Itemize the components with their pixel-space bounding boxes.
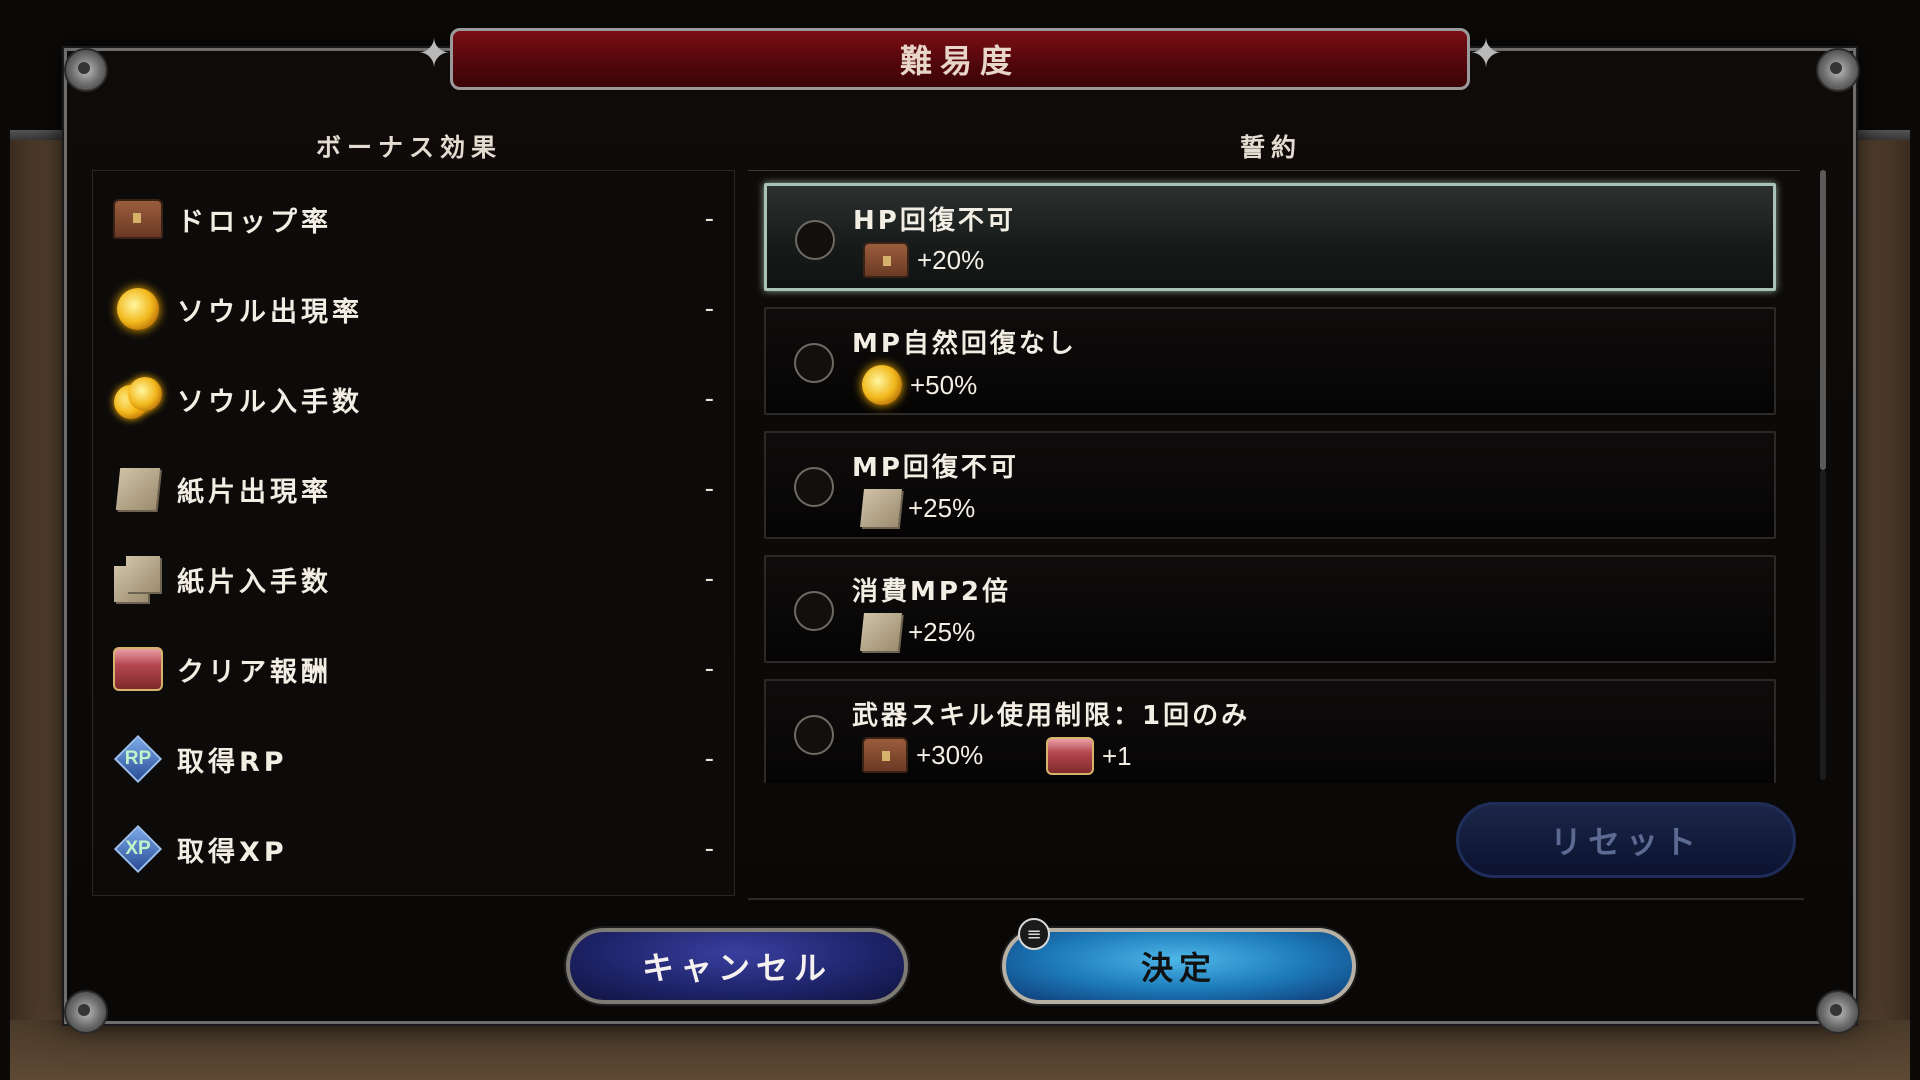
confirm-button[interactable]: 決定 <box>1002 928 1356 1004</box>
bonus-item-drop-rate: ドロップ率 - <box>93 179 734 259</box>
bonus-label: 紙片入手数 <box>177 566 332 598</box>
bonus-item-clear-reward: クリア報酬 - <box>93 629 734 709</box>
oath-effect: +25% <box>860 613 976 651</box>
oath-radio[interactable] <box>794 591 834 631</box>
bonus-value: - <box>704 834 714 864</box>
oath-scrollbar-thumb[interactable] <box>1820 170 1826 470</box>
cancel-button[interactable]: キャンセル <box>566 928 908 1004</box>
dialog-title: 難易度 <box>899 42 1020 80</box>
oath-effect-value: +20% <box>917 244 985 275</box>
bonus-label: クリア報酬 <box>177 656 332 688</box>
corner-ornament-icon <box>64 990 108 1034</box>
oath-effect-value: +50% <box>910 369 978 400</box>
bonus-value: - <box>704 744 714 774</box>
background-book-bottom <box>10 1020 1910 1080</box>
reset-button[interactable]: リセット <box>1456 802 1796 878</box>
oath-title: MP回復不可 <box>852 453 1019 483</box>
bonus-item-paper-count: 紙片入手数 - <box>93 539 734 619</box>
corner-ornament-icon <box>1816 48 1860 92</box>
oath-radio[interactable] <box>794 467 834 507</box>
paper-scrap-icon <box>860 489 902 527</box>
oath-list[interactable]: HP回復不可 +20% MP自然回復なし +50% MP回復不可 +25% 消費… <box>748 170 1800 783</box>
oath-effect: +30% <box>862 737 983 773</box>
oath-item-mp-no-natural-recovery[interactable]: MP自然回復なし +50% <box>764 307 1776 415</box>
reward-chest-icon <box>113 644 163 694</box>
oath-item-double-mp-cost[interactable]: 消費MP2倍 +25% <box>764 555 1776 663</box>
oath-title: 消費MP2倍 <box>852 577 1012 607</box>
paper-scraps-icon <box>113 554 163 604</box>
treasure-chest-icon <box>862 737 908 773</box>
corner-ornament-icon <box>1816 990 1860 1034</box>
bonus-label: 紙片出現率 <box>177 476 332 508</box>
bonus-label: 取得RP <box>177 746 288 778</box>
bonus-label: ソウル入手数 <box>177 386 363 418</box>
bonus-label: 取得XP <box>177 836 288 868</box>
soul-orbs-icon <box>113 374 163 424</box>
oath-radio[interactable] <box>794 343 834 383</box>
oath-effect-value: +25% <box>908 616 976 647</box>
soul-orb-icon <box>862 365 902 405</box>
oath-scrollbar-track[interactable] <box>1820 470 1826 780</box>
soul-orb-icon <box>113 284 163 334</box>
paper-scrap-icon <box>860 613 902 651</box>
bonus-item-xp: XP 取得XP - <box>93 809 734 889</box>
reward-chest-icon <box>1046 737 1094 775</box>
treasure-chest-icon <box>113 194 163 244</box>
oath-item-weapon-skill-limit[interactable]: 武器スキル使用制限：1回のみ +30% +1 <box>764 679 1776 783</box>
oath-title: MP自然回復なし <box>852 329 1077 359</box>
bonus-item-soul-rate: ソウル出現率 - <box>93 269 734 349</box>
bonus-value: - <box>704 204 714 234</box>
oath-effect-value: +30% <box>916 739 984 770</box>
oath-effect-value: +25% <box>908 492 976 523</box>
oath-section-header: 誓約 <box>1240 133 1303 162</box>
bonus-label: ドロップ率 <box>177 206 332 238</box>
title-banner: 難易度 <box>450 28 1470 90</box>
bonus-section-header: ボーナス効果 <box>316 133 503 162</box>
bonus-value: - <box>704 654 714 684</box>
oath-effect: +20% <box>863 242 984 278</box>
bonus-value: - <box>704 384 714 414</box>
bonus-effects-panel: ドロップ率 - ソウル出現率 - ソウル入手数 - 紙片出現率 - 紙片入手数 … <box>92 170 735 896</box>
oath-effect-value: +1 <box>1102 740 1132 771</box>
oath-item-hp-no-recovery[interactable]: HP回復不可 +20% <box>764 183 1776 291</box>
bonus-value: - <box>704 564 714 594</box>
oath-item-mp-no-recovery[interactable]: MP回復不可 +25% <box>764 431 1776 539</box>
oath-radio[interactable] <box>794 715 834 755</box>
bonus-item-soul-count: ソウル入手数 - <box>93 359 734 439</box>
bonus-value: - <box>704 474 714 504</box>
oath-title: HP回復不可 <box>853 206 1016 236</box>
corner-ornament-icon <box>64 48 108 92</box>
bonus-item-rp: RP 取得RP - <box>93 719 734 799</box>
oath-radio[interactable] <box>795 220 835 260</box>
oath-title: 武器スキル使用制限：1回のみ <box>852 701 1251 731</box>
xp-icon: XP <box>113 824 163 874</box>
rp-icon: RP <box>113 734 163 784</box>
bonus-value: - <box>704 294 714 324</box>
oath-effect: +50% <box>862 365 977 405</box>
bonus-label: ソウル出現率 <box>177 296 363 328</box>
treasure-chest-icon <box>863 242 909 278</box>
panel-divider <box>748 898 1804 900</box>
paper-scrap-icon <box>113 464 163 514</box>
bonus-item-paper-rate: 紙片出現率 - <box>93 449 734 529</box>
oath-effect: +1 <box>1046 737 1132 775</box>
menu-icon[interactable]: ≡ <box>1018 918 1050 950</box>
oath-effect: +25% <box>860 489 976 527</box>
